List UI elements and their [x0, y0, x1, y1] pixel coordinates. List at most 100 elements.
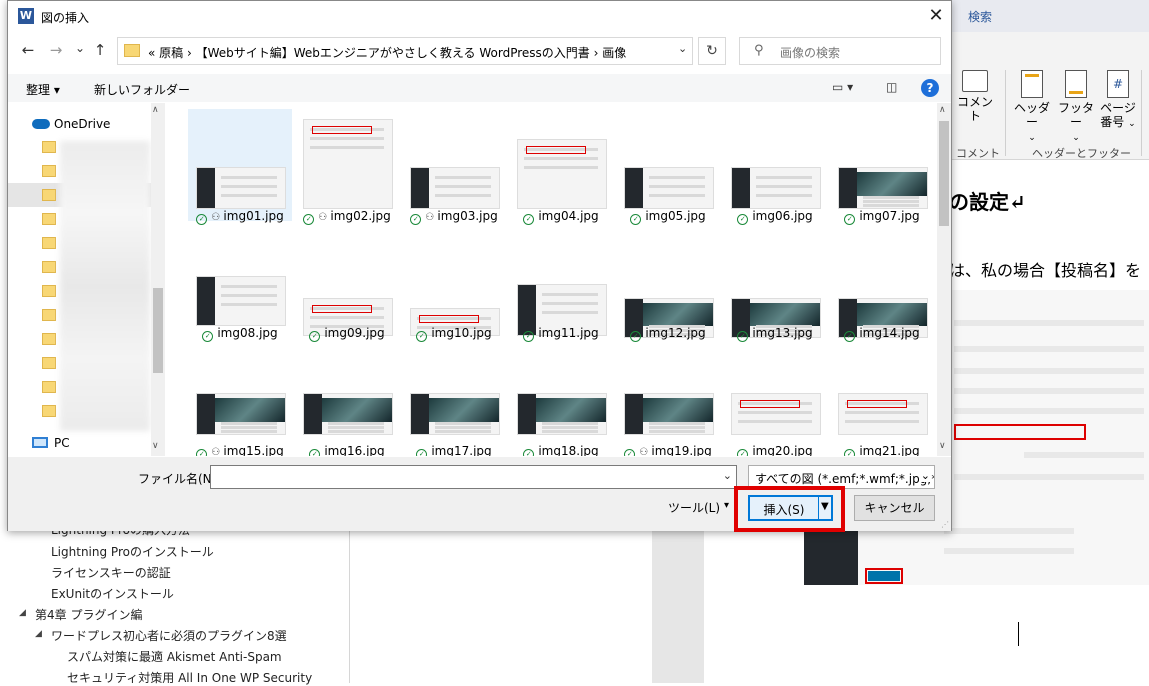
nav-heading-item[interactable]: ライセンスキーの認証 — [51, 564, 171, 581]
scroll-down-icon[interactable]: ∨ — [939, 441, 946, 451]
file-name: img12.jpg — [645, 326, 706, 340]
view-options-icon[interactable]: ▭ ▾ — [832, 80, 853, 94]
folder-icon[interactable] — [42, 333, 56, 345]
thumbnail-line — [221, 285, 277, 288]
comment-icon — [962, 70, 988, 92]
image-row — [1024, 452, 1144, 458]
cancel-button[interactable]: キャンセル — [854, 495, 935, 521]
scroll-up-icon[interactable]: ∧ — [152, 105, 159, 115]
address-bar[interactable]: « 原稿 › 【Webサイト編】Webエンジニアがやさしく教える WordPre… — [117, 37, 693, 65]
file-name-label: ✓ img13.jpg — [723, 326, 827, 342]
image-thumbnail — [517, 139, 607, 209]
folder-icon[interactable] — [42, 141, 56, 153]
forward-arrow-icon[interactable]: → — [48, 41, 64, 59]
folder-icon[interactable] — [42, 309, 56, 321]
file-tile[interactable]: ✓ img10.jpg — [402, 226, 506, 342]
file-tile[interactable]: ✓ img09.jpg — [295, 226, 399, 342]
comment-button[interactable]: コメント — [954, 70, 996, 123]
scroll-up-icon[interactable]: ∧ — [939, 105, 946, 115]
file-tile[interactable]: ✓ img18.jpg — [509, 343, 613, 456]
file-tile[interactable]: ✓ img14.jpg — [830, 226, 934, 342]
file-tile[interactable]: ✓ img07.jpg — [830, 109, 934, 225]
nav-heading-item[interactable]: ExUnitのインストール — [51, 585, 174, 602]
footer-button[interactable]: フッター ⌄ — [1054, 70, 1098, 145]
file-name-label: ✓ img12.jpg — [616, 326, 720, 342]
nav-heading-item[interactable]: ワードプレス初心者に必須のプラグイン8選 — [51, 627, 287, 644]
image-row — [944, 548, 1074, 554]
sync-status-icon: ✓ — [737, 214, 749, 225]
file-tile[interactable]: ✓ img13.jpg — [723, 226, 827, 342]
insert-button[interactable]: 挿入(S) ▼ — [748, 495, 833, 521]
tools-menu[interactable]: ツール(L) — [668, 499, 720, 516]
pc-icon — [32, 437, 48, 448]
collapse-triangle-icon[interactable]: ◢ — [19, 608, 26, 618]
preview-pane-icon[interactable]: ◫ — [886, 80, 897, 94]
file-tile[interactable]: ✓ img06.jpg — [723, 109, 827, 225]
file-tile[interactable]: ✓ ⚇ img19.jpg — [616, 343, 720, 456]
file-tile[interactable]: ✓ ⚇ img15.jpg — [188, 343, 292, 456]
folder-icon[interactable] — [42, 261, 56, 273]
back-arrow-icon[interactable]: ← — [20, 41, 36, 59]
file-tile[interactable]: ✓ ⚇ img01.jpg — [188, 109, 292, 225]
page-number-button[interactable]: # ページ 番号 ⌄ — [1096, 70, 1140, 131]
search-box[interactable]: ⚲ 画像の検索 — [739, 37, 941, 65]
tree-item-pc[interactable]: PC — [54, 436, 70, 450]
file-tile[interactable]: ✓ img08.jpg — [188, 226, 292, 342]
file-tile[interactable]: ✓ img20.jpg — [723, 343, 827, 456]
folder-icon[interactable] — [42, 381, 56, 393]
file-name: img03.jpg — [437, 209, 498, 223]
grid-scroll-thumb[interactable] — [939, 121, 949, 226]
tree-scroll-thumb[interactable] — [153, 288, 163, 373]
insert-dropdown-icon[interactable]: ▼ — [821, 501, 829, 512]
chevron-down-icon[interactable]: ⌄ — [678, 42, 687, 55]
file-tile[interactable]: ✓ img12.jpg — [616, 226, 720, 342]
up-arrow-icon[interactable]: ↑ — [92, 41, 108, 59]
refresh-icon[interactable]: ↻ — [698, 37, 726, 65]
tree-scrollbar[interactable] — [151, 103, 165, 456]
shared-user-icon: ⚇ — [211, 447, 224, 456]
organize-menu[interactable]: 整理 ▾ — [26, 81, 60, 98]
tree-item-onedrive[interactable]: OneDrive — [54, 117, 110, 131]
help-icon[interactable]: ? — [921, 79, 939, 97]
file-tile[interactable]: ✓ img17.jpg — [402, 343, 506, 456]
thumbnail-highlight — [740, 400, 800, 408]
new-folder-button[interactable]: 新しいフォルダー — [94, 81, 190, 98]
file-grid-scrollbar[interactable]: ∧ ∨ — [937, 103, 951, 456]
file-tile[interactable]: ✓ img16.jpg — [295, 343, 399, 456]
word-search-tab[interactable]: 検索 — [968, 8, 992, 25]
thumbnail-line — [649, 194, 705, 197]
folder-icon[interactable] — [42, 165, 56, 177]
folder-icon[interactable] — [42, 405, 56, 417]
nav-heading-item[interactable]: セキュリティ対策用 All In One WP Security — [67, 669, 312, 686]
folder-icon[interactable] — [42, 189, 56, 201]
tools-dropdown-icon[interactable]: ▾ — [724, 500, 729, 511]
file-tile[interactable]: ✓ ⚇ img03.jpg — [402, 109, 506, 225]
breadcrumb[interactable]: « 原稿 › 【Webサイト編】Webエンジニアがやさしく教える WordPre… — [148, 44, 626, 61]
nav-heading-item[interactable]: 第4章 プラグイン編 — [35, 606, 142, 623]
collapse-triangle-icon[interactable]: ◢ — [35, 629, 42, 639]
file-tile[interactable]: ✓ img05.jpg — [616, 109, 720, 225]
thumbnail-line — [221, 430, 277, 433]
resize-grip-icon[interactable]: ⋰ — [941, 520, 949, 529]
thumbnail-line — [328, 422, 384, 425]
nav-heading-item[interactable]: Lightning Proのインストール — [51, 543, 214, 560]
file-name: img18.jpg — [538, 444, 599, 456]
thumbnail-highlight — [526, 146, 586, 154]
folder-icon[interactable] — [42, 285, 56, 297]
chevron-down-icon[interactable]: ⌄ — [723, 469, 732, 482]
thumbnail-line — [542, 430, 598, 433]
close-icon[interactable]: ✕ — [923, 4, 949, 28]
folder-icon[interactable] — [42, 237, 56, 249]
filename-input[interactable]: ⌄ — [210, 465, 737, 489]
recent-locations-icon[interactable]: ⌄ — [72, 41, 88, 55]
nav-heading-item[interactable]: スパム対策に最適 Akismet Anti-Spam — [67, 648, 282, 665]
file-tile[interactable]: ✓ img21.jpg — [830, 343, 934, 456]
file-tile[interactable]: ✓ img04.jpg — [509, 109, 613, 225]
file-tile[interactable]: ✓ ⚇ img02.jpg — [295, 109, 399, 225]
header-button[interactable]: ヘッダー ⌄ — [1010, 70, 1054, 145]
thumbnail-line — [649, 422, 705, 425]
folder-icon[interactable] — [42, 357, 56, 369]
scroll-down-icon[interactable]: ∨ — [152, 441, 159, 451]
file-tile[interactable]: ✓ img11.jpg — [509, 226, 613, 342]
folder-icon[interactable] — [42, 213, 56, 225]
